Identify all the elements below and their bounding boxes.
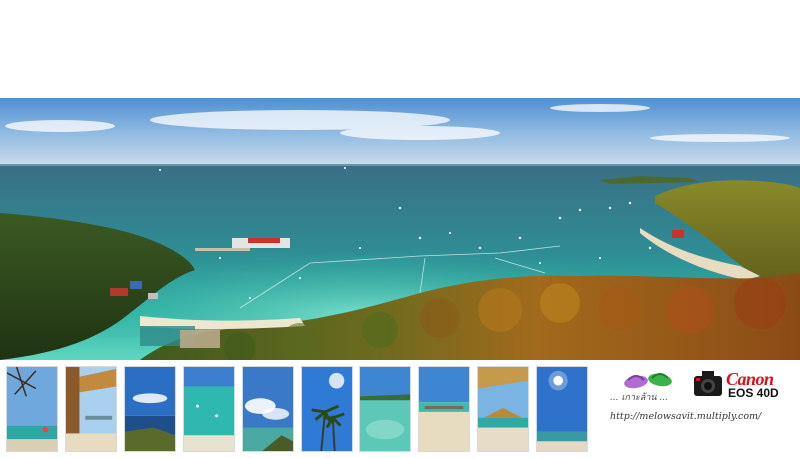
thumb-shallow-water[interactable]: [359, 366, 411, 452]
thumb-sea-cliff[interactable]: [124, 366, 176, 452]
photo-icon: [125, 367, 175, 451]
photo-icon: [243, 367, 293, 451]
thumb-beach-shelter[interactable]: [477, 366, 529, 452]
photo-icon: [7, 367, 57, 451]
thumb-clouds-sea[interactable]: [242, 366, 294, 452]
photo-icon: [302, 367, 352, 451]
thumb-tree-beach[interactable]: [6, 366, 58, 452]
camera-model-label: EOS 40D: [728, 386, 779, 400]
thumb-sandy-beach[interactable]: [418, 366, 470, 452]
thumb-sun-sky[interactable]: [536, 366, 588, 452]
photo-icon: [66, 367, 116, 451]
photo-icon: [360, 367, 410, 451]
thumb-thatched-hut[interactable]: [65, 366, 117, 452]
branding-panel: Canon EOS 40D ... เกาะล้าน ... http://me…: [600, 362, 800, 458]
location-caption: ... เกาะล้าน ...: [610, 393, 669, 403]
thumbnail-strip: [0, 366, 600, 452]
panorama-photo: [0, 98, 800, 360]
photo-icon: [537, 367, 587, 451]
photo-icon: [478, 367, 528, 451]
panorama-scene: [0, 98, 800, 360]
thumb-palm-trees[interactable]: [301, 366, 353, 452]
thumb-turquoise-water[interactable]: [183, 366, 235, 452]
photo-icon: [184, 367, 234, 451]
site-url-link[interactable]: http://melowsavit.multiply.com/: [610, 411, 761, 422]
photo-icon: [419, 367, 469, 451]
